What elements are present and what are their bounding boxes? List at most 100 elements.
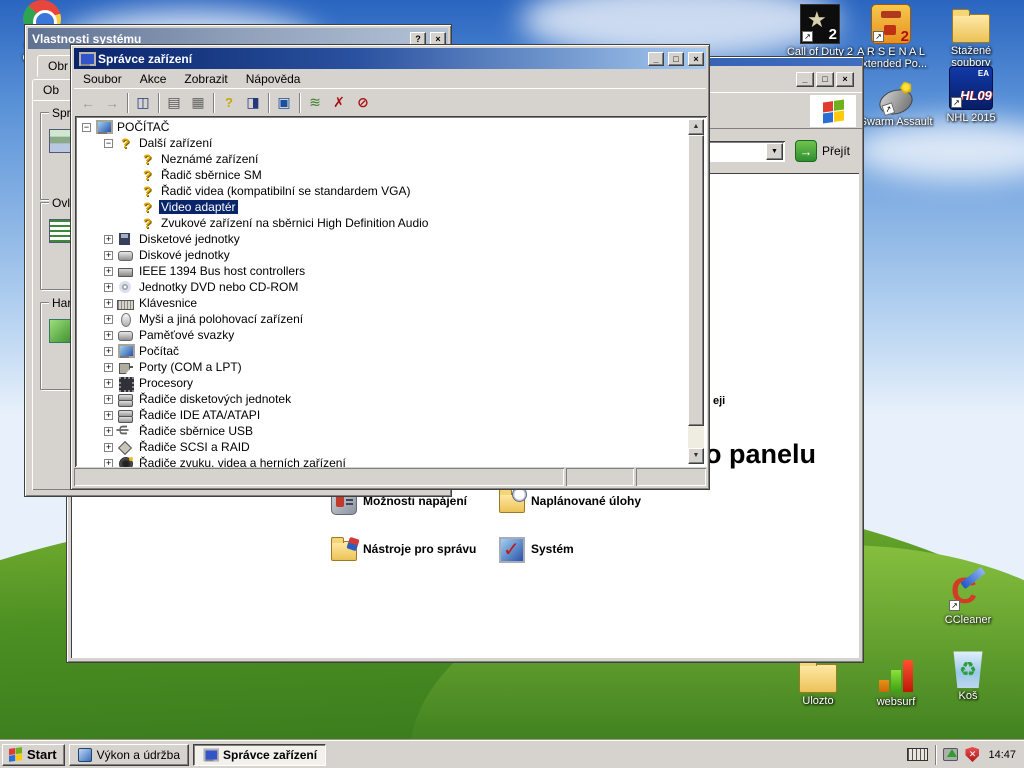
tree-item-label[interactable]: Disketové jednotky xyxy=(137,232,242,246)
start-button[interactable]: Start xyxy=(2,744,65,766)
tree-item-label[interactable]: Řadiče IDE ATA/ATAPI xyxy=(137,408,262,422)
menu-napoveda[interactable]: Nápověda xyxy=(237,70,310,88)
taskbar-task-1[interactable]: Výkon a údržba xyxy=(69,744,189,766)
show-console-tree-icon[interactable]: ◫ xyxy=(131,92,155,114)
tree-row[interactable]: + Klávesnice xyxy=(78,295,688,311)
task-link-fragment[interactable]: eji xyxy=(713,395,725,407)
desktop-icon-arsenal[interactable]: 2↗A R S E N A L Extended Po... xyxy=(853,4,929,70)
go-button[interactable]: → Přejít xyxy=(791,138,854,164)
desktop-icon-ccleaner[interactable]: ↗CCleaner xyxy=(930,572,1006,626)
tree-row[interactable]: − POČÍTAČ xyxy=(78,119,688,135)
expand-icon[interactable]: + xyxy=(104,395,113,404)
tree-item-label[interactable]: Myši a jiná polohovací zařízení xyxy=(137,312,305,326)
menu-zobrazit[interactable]: Zobrazit xyxy=(175,70,236,88)
tree-item-label[interactable]: Řadiče SCSI a RAID xyxy=(137,440,252,454)
desktop-icon-ulozto[interactable]: Ulozto xyxy=(780,656,856,707)
tree-item-label[interactable]: Jednotky DVD nebo CD-ROM xyxy=(137,280,300,294)
expand-icon[interactable]: + xyxy=(104,299,113,308)
cp-item-system[interactable]: Systém xyxy=(499,537,667,585)
minimize-button[interactable]: _ xyxy=(796,72,814,87)
expand-icon[interactable]: + xyxy=(104,347,113,356)
scan-hardware-icon[interactable]: ≋ xyxy=(303,92,327,114)
scroll-up-icon[interactable]: ▲ xyxy=(688,119,704,135)
expand-icon[interactable]: + xyxy=(104,331,113,340)
tree-row[interactable]: + Jednotky DVD nebo CD-ROM xyxy=(78,279,688,295)
desktop-icon-kos[interactable]: Koš xyxy=(930,650,1006,702)
tree-row[interactable]: + Disketové jednotky xyxy=(78,231,688,247)
close-button[interactable]: × xyxy=(836,72,854,87)
expand-icon[interactable]: + xyxy=(104,283,113,292)
tree-row[interactable]: + Řadiče IDE ATA/ATAPI xyxy=(78,407,688,423)
disable-icon[interactable]: ⊘ xyxy=(351,92,375,114)
tree-row[interactable]: + IEEE 1394 Bus host controllers xyxy=(78,263,688,279)
tree-item-label[interactable]: Řadiče disketových jednotek xyxy=(137,392,293,406)
scroll-down-icon[interactable]: ▼ xyxy=(688,448,704,464)
expand-icon[interactable]: + xyxy=(104,379,113,388)
print-icon[interactable]: ▦ xyxy=(186,92,210,114)
desktop-icon-call-of-duty-2[interactable]: 2↗Call of Duty 2 xyxy=(782,4,858,58)
collapse-icon[interactable]: − xyxy=(82,123,91,132)
tree-item-label[interactable]: Počítač xyxy=(137,344,181,358)
help-icon[interactable]: ? xyxy=(217,92,241,114)
expand-icon[interactable]: + xyxy=(104,251,113,260)
security-alert-icon[interactable]: ✕ xyxy=(965,747,979,762)
menu-soubor[interactable]: Soubor xyxy=(74,70,131,88)
tree-item-label[interactable]: Video adaptér xyxy=(159,200,238,214)
tree-item-label[interactable]: Porty (COM a LPT) xyxy=(137,360,244,374)
taskbar-task-2[interactable]: Správce zařízení xyxy=(193,744,326,766)
cp-item-scheduled-tasks[interactable]: Naplánované úlohy xyxy=(499,489,667,537)
tree-row[interactable]: + Řadiče disketových jednotek xyxy=(78,391,688,407)
tree-row[interactable]: + Porty (COM a LPT) xyxy=(78,359,688,375)
tree-item-label[interactable]: Řadič sběrnice SM xyxy=(159,168,264,182)
cp-item-admin-tools[interactable]: Nástroje pro správu xyxy=(331,537,499,585)
tree-row[interactable]: Neznámé zařízení xyxy=(78,151,688,167)
tree-row[interactable]: Video adaptér xyxy=(78,199,688,215)
desktop-icon-websurf[interactable]: websurf xyxy=(858,654,934,708)
expand-icon[interactable]: + xyxy=(104,363,113,372)
show-action-pane-icon[interactable]: ◨ xyxy=(241,92,265,114)
tree-row[interactable]: + Počítač xyxy=(78,343,688,359)
tree-item-label[interactable]: Řadič videa (kompatibilní se standardem … xyxy=(159,184,412,198)
expand-icon[interactable]: + xyxy=(104,267,113,276)
desktop-icon-swarm-assault[interactable]: ↗Swarm Assault xyxy=(858,82,934,128)
tree-item-label[interactable]: Diskové jednotky xyxy=(137,248,232,262)
vertical-scrollbar[interactable]: ▲ ▼ xyxy=(688,119,704,464)
tree-item-label[interactable]: Paměťové svazky xyxy=(137,328,236,342)
close-button[interactable]: × xyxy=(688,52,704,66)
uninstall-icon[interactable]: ✗ xyxy=(327,92,351,114)
maximize-button[interactable]: □ xyxy=(816,72,834,87)
tree-row[interactable]: + Paměťové svazky xyxy=(78,327,688,343)
collapse-icon[interactable]: − xyxy=(104,139,113,148)
tree-item-label[interactable]: Klávesnice xyxy=(137,296,199,310)
tree-item-label[interactable]: Zvukové zařízení na sběrnici High Defini… xyxy=(159,216,430,230)
tree-row[interactable]: − Další zařízení xyxy=(78,135,688,151)
keyboard-icon[interactable] xyxy=(907,748,928,761)
tree-item-label[interactable]: Řadiče sběrnice USB xyxy=(137,424,255,438)
tree-item-label[interactable]: Další zařízení xyxy=(137,136,214,150)
menu-akce[interactable]: Akce xyxy=(131,70,176,88)
properties-icon[interactable]: ▤ xyxy=(162,92,186,114)
update-driver-icon[interactable]: ▣ xyxy=(272,92,296,114)
chevron-down-icon[interactable]: ▼ xyxy=(766,143,783,160)
device-manager-titlebar[interactable]: Správce zařízení _ □ × xyxy=(74,48,706,69)
maximize-button[interactable]: □ xyxy=(668,52,684,66)
tree-row[interactable]: + Řadiče SCSI a RAID xyxy=(78,439,688,455)
tree-item-label[interactable]: Procesory xyxy=(137,376,195,390)
tree-row[interactable]: Řadič sběrnice SM xyxy=(78,167,688,183)
desktop-icon-stazene-soubory[interactable]: Stažené soubory xyxy=(933,6,1009,69)
desktop-icon-nhl-2015[interactable]: EAHL09↗NHL 2015 xyxy=(933,66,1009,124)
tree-item-label[interactable]: Neznámé zařízení xyxy=(159,152,260,166)
tree-row[interactable]: + Procesory xyxy=(78,375,688,391)
tree-item-label[interactable]: POČÍTAČ xyxy=(115,120,171,134)
tree-row[interactable]: Řadič videa (kompatibilní se standardem … xyxy=(78,183,688,199)
expand-icon[interactable]: + xyxy=(104,443,113,452)
tree-row[interactable]: Zvukové zařízení na sběrnici High Defini… xyxy=(78,215,688,231)
expand-icon[interactable]: + xyxy=(104,411,113,420)
scrollbar-thumb[interactable] xyxy=(688,135,704,426)
tree-item-label[interactable]: IEEE 1394 Bus host controllers xyxy=(137,264,307,278)
expand-icon[interactable]: + xyxy=(104,235,113,244)
minimize-button[interactable]: _ xyxy=(648,52,664,66)
tree-row[interactable]: +Myši a jiná polohovací zařízení xyxy=(78,311,688,327)
tree-row[interactable]: +Řadiče sběrnice USB xyxy=(78,423,688,439)
safely-remove-hardware-icon[interactable] xyxy=(943,748,958,761)
